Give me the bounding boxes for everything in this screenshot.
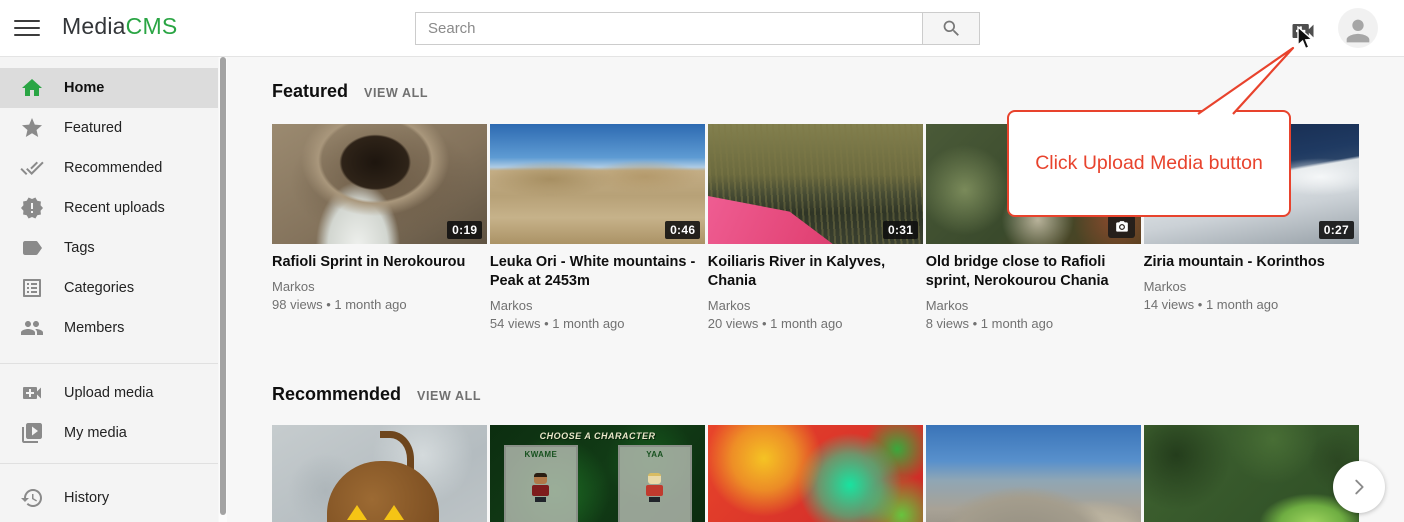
game-character-panel: YAA [618,445,692,522]
sidebar: Home Featured Recommended Recent uploads… [0,57,218,522]
person-icon [1341,14,1375,48]
members-icon [20,316,44,340]
video-title[interactable]: Koiliaris River in Kalyves, Chania [708,253,923,291]
recommended-row: CHOOSE A CHARACTER KWAME YAA Selected Se… [272,425,1359,522]
video-meta: 98 views • 1 month ago [272,296,487,314]
video-title[interactable]: Ziria mountain - Korinthos [1144,253,1359,272]
recommended-view-all-link[interactable]: VIEW ALL [417,389,481,403]
video-title[interactable]: Leuka Ori - White mountains - Peak at 24… [490,253,705,291]
search-bar [415,12,980,45]
photo-type-badge [1108,215,1135,238]
video-thumbnail[interactable]: 0:19 [272,124,487,244]
game-character-sprite [531,473,551,502]
video-meta: 8 views • 1 month ago [926,315,1141,333]
video-library-icon [20,421,44,445]
search-icon [941,18,962,39]
sidebar-item-history[interactable]: History [0,478,218,518]
sidebar-item-recent-uploads[interactable]: Recent uploads [0,188,218,228]
duration-badge: 0:27 [1319,221,1354,239]
recommended-section: Recommended VIEW ALL CHOOSE A CHARACTER … [272,384,1359,522]
duration-badge: 0:19 [447,221,482,239]
video-thumbnail[interactable] [1144,425,1359,522]
video-thumbnail[interactable]: 0:46 [490,124,705,244]
photo-camera-icon [1115,220,1129,234]
video-author[interactable]: Markos [926,297,1141,315]
recommended-section-title: Recommended [272,384,401,405]
hamburger-menu-icon[interactable] [14,16,40,40]
sidebar-label: Recent uploads [64,200,165,216]
featured-section-title: Featured [272,81,348,102]
game-character-panel: KWAME [504,445,578,522]
app-logo[interactable]: MediaCMS [62,13,177,40]
media-card: 0:31 Koiliaris River in Kalyves, Chania … [708,124,923,354]
logo-cms-text: CMS [126,13,178,39]
sidebar-item-tags[interactable]: Tags [0,228,218,268]
upload-media-button[interactable] [1289,17,1317,45]
video-author[interactable]: Markos [1144,278,1359,296]
search-button[interactable] [922,12,980,45]
video-thumbnail[interactable]: CHOOSE A CHARACTER KWAME YAA Selected Se… [490,425,705,522]
video-call-icon [1289,17,1317,45]
new-releases-icon [20,196,44,220]
top-bar: MediaCMS [0,0,1404,57]
featured-view-all-link[interactable]: VIEW ALL [364,86,428,100]
carousel-next-button[interactable] [1333,461,1385,513]
game-character-sprite [645,473,665,502]
upload-hint-tooltip: Click Upload Media button [1007,110,1291,217]
sidebar-label: My media [64,425,127,441]
media-card: 0:46 Leuka Ori - White mountains - Peak … [490,124,705,354]
video-author[interactable]: Markos [490,297,705,315]
video-thumbnail[interactable]: 0:31 [708,124,923,244]
video-thumbnail[interactable] [708,425,923,522]
categories-icon [20,276,44,300]
sidebar-item-my-media[interactable]: My media [0,413,218,453]
star-icon [20,116,44,140]
video-meta: 20 views • 1 month ago [708,315,923,333]
sidebar-label: Recommended [64,160,162,176]
video-thumbnail[interactable] [926,425,1141,522]
sidebar-item-categories[interactable]: Categories [0,268,218,308]
sidebar-label: Home [64,80,104,96]
chevron-right-icon [1348,476,1370,498]
sidebar-item-upload-media[interactable]: Upload media [0,373,218,413]
sidebar-label: Categories [64,280,134,296]
video-author[interactable]: Markos [708,297,923,315]
history-icon [20,486,44,510]
video-author[interactable]: Markos [272,278,487,296]
home-icon [20,76,44,100]
media-card: 0:19 Rafioli Sprint in Nerokourou Markos… [272,124,487,354]
sidebar-label: Upload media [64,385,153,401]
sidebar-item-home[interactable]: Home [0,68,218,108]
game-heading: CHOOSE A CHARACTER [490,431,705,441]
done-all-icon [20,156,44,180]
video-title[interactable]: Old bridge close to Rafioli sprint, Nero… [926,253,1141,291]
sidebar-item-recommended[interactable]: Recommended [0,148,218,188]
video-title[interactable]: Rafioli Sprint in Nerokourou [272,253,487,272]
sidebar-item-members[interactable]: Members [0,308,218,348]
duration-badge: 0:46 [665,221,700,239]
video-meta: 14 views • 1 month ago [1144,296,1359,314]
upload-hint-text: Click Upload Media button [1035,152,1263,175]
sidebar-label: Featured [64,120,122,136]
video-thumbnail[interactable] [272,425,487,522]
video-meta: 54 views • 1 month ago [490,315,705,333]
tag-icon [20,236,44,260]
search-input[interactable] [415,12,922,45]
user-avatar[interactable] [1338,8,1378,48]
sidebar-label: Members [64,320,124,336]
duration-badge: 0:31 [883,221,918,239]
sidebar-label: Tags [64,240,95,256]
sidebar-item-featured[interactable]: Featured [0,108,218,148]
pumpkin [327,461,439,522]
video-call-icon [20,381,44,405]
logo-media-text: Media [62,13,126,39]
sidebar-label: History [64,490,109,506]
